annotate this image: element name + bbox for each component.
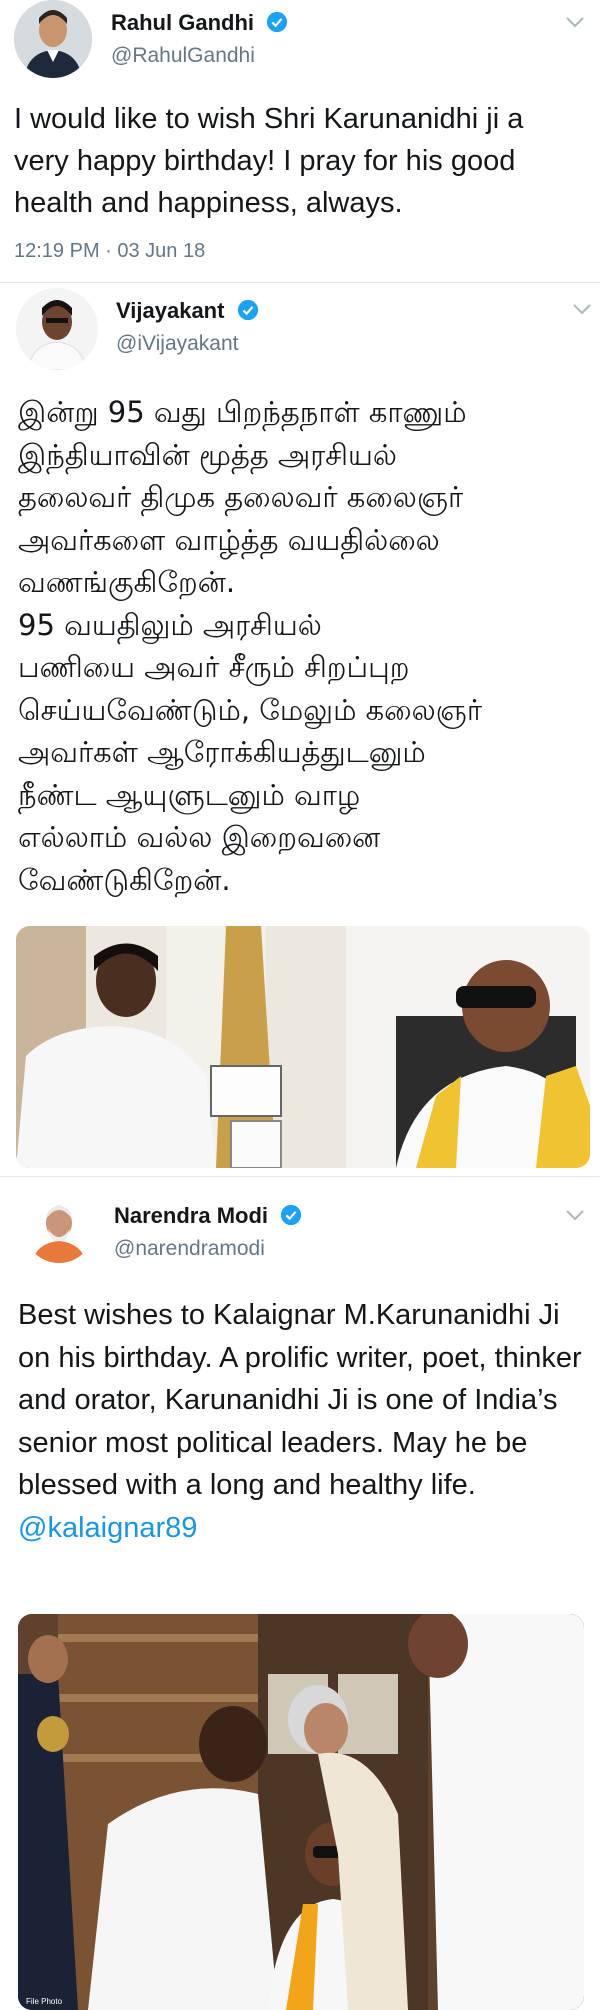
verified-badge-icon bbox=[281, 1204, 302, 1226]
display-name[interactable]: Vijayakant bbox=[116, 298, 259, 324]
tweet-vijayakant[interactable]: Vijayakant @iVijayakant இன்று 95 வது பிற… bbox=[0, 283, 600, 1175]
tweet-timestamp[interactable]: 12:19 PM · 03 Jun 18 bbox=[14, 240, 205, 263]
display-name[interactable]: Narendra Modi bbox=[114, 1203, 302, 1229]
tweet-text-line: வணங்குகிறேன். bbox=[18, 565, 236, 599]
tweet-text: I would like to wish Shri Karunanidhi ji… bbox=[14, 103, 524, 219]
tweet-text-line: வேண்டுகிறேன். bbox=[18, 862, 231, 897]
tweet-text-line: அவர்கள் ஆரோக்கியத்துடனும் bbox=[18, 735, 426, 769]
tweet-text-line: 95 வயதிலும் அரசியல் bbox=[18, 607, 322, 642]
tweet-text-line: இந்தியாவின் மூத்த அரசியல் bbox=[18, 437, 397, 472]
tweet-text-line: அவர்களை வாழ்த்த வயதில்லை bbox=[18, 522, 440, 557]
tweet-text-line: நீண்ட ஆயுளுடனும் வாழ bbox=[18, 777, 361, 812]
tweet-text-line: இன்று 95 வது பிறந்தநாள் காணும் bbox=[18, 395, 467, 429]
display-name[interactable]: Rahul Gandhi bbox=[111, 10, 288, 36]
avatar-narendra-modi[interactable] bbox=[24, 1193, 94, 1263]
tweet-text-line: எல்லாம் வல்ல இறைவனை bbox=[18, 820, 381, 854]
user-handle[interactable]: @narendramodi bbox=[114, 1237, 265, 1261]
verified-badge-icon bbox=[237, 299, 258, 321]
tweet-text-line: செய்யவேண்டும், மேலும் கலைஞர் bbox=[18, 692, 482, 727]
user-handle[interactable]: @RahulGandhi bbox=[111, 44, 255, 68]
tweet-narendra-modi[interactable]: Narendra Modi @narendramodi Best wishes … bbox=[0, 1177, 600, 2010]
tweet-text: Best wishes to Kalaignar M.Karunanidhi J… bbox=[18, 1294, 584, 1549]
avatar-rahul-gandhi[interactable] bbox=[14, 0, 92, 78]
chevron-down-icon[interactable] bbox=[565, 16, 585, 28]
photo-caption: File Photo bbox=[26, 1997, 63, 2006]
tweet-photo[interactable] bbox=[16, 926, 590, 1168]
avatar-vijayakant[interactable] bbox=[16, 288, 98, 370]
chevron-down-icon[interactable] bbox=[565, 1209, 585, 1221]
mention-link[interactable]: @kalaignar89 bbox=[18, 1507, 584, 1550]
tweet-photo[interactable]: File Photo bbox=[18, 1614, 584, 2010]
chevron-down-icon[interactable] bbox=[572, 303, 592, 315]
tweet-text-line: தலைவர் திமுக தலைவர் கலைஞர் bbox=[18, 480, 464, 514]
tweet-text-body: Best wishes to Kalaignar M.Karunanidhi J… bbox=[18, 1299, 582, 1501]
tweet-text-line: பணியை அவர் சீரும் சிறப்புற bbox=[18, 650, 410, 684]
tweet-text: இன்று 95 வது பிறந்தநாள் காணும் இந்தியாவி… bbox=[18, 391, 588, 901]
verified-badge-icon bbox=[267, 11, 288, 33]
user-handle[interactable]: @iVijayakant bbox=[116, 332, 239, 356]
tweet-rahul-gandhi[interactable]: Rahul Gandhi @RahulGandhi I would like t… bbox=[0, 0, 600, 282]
